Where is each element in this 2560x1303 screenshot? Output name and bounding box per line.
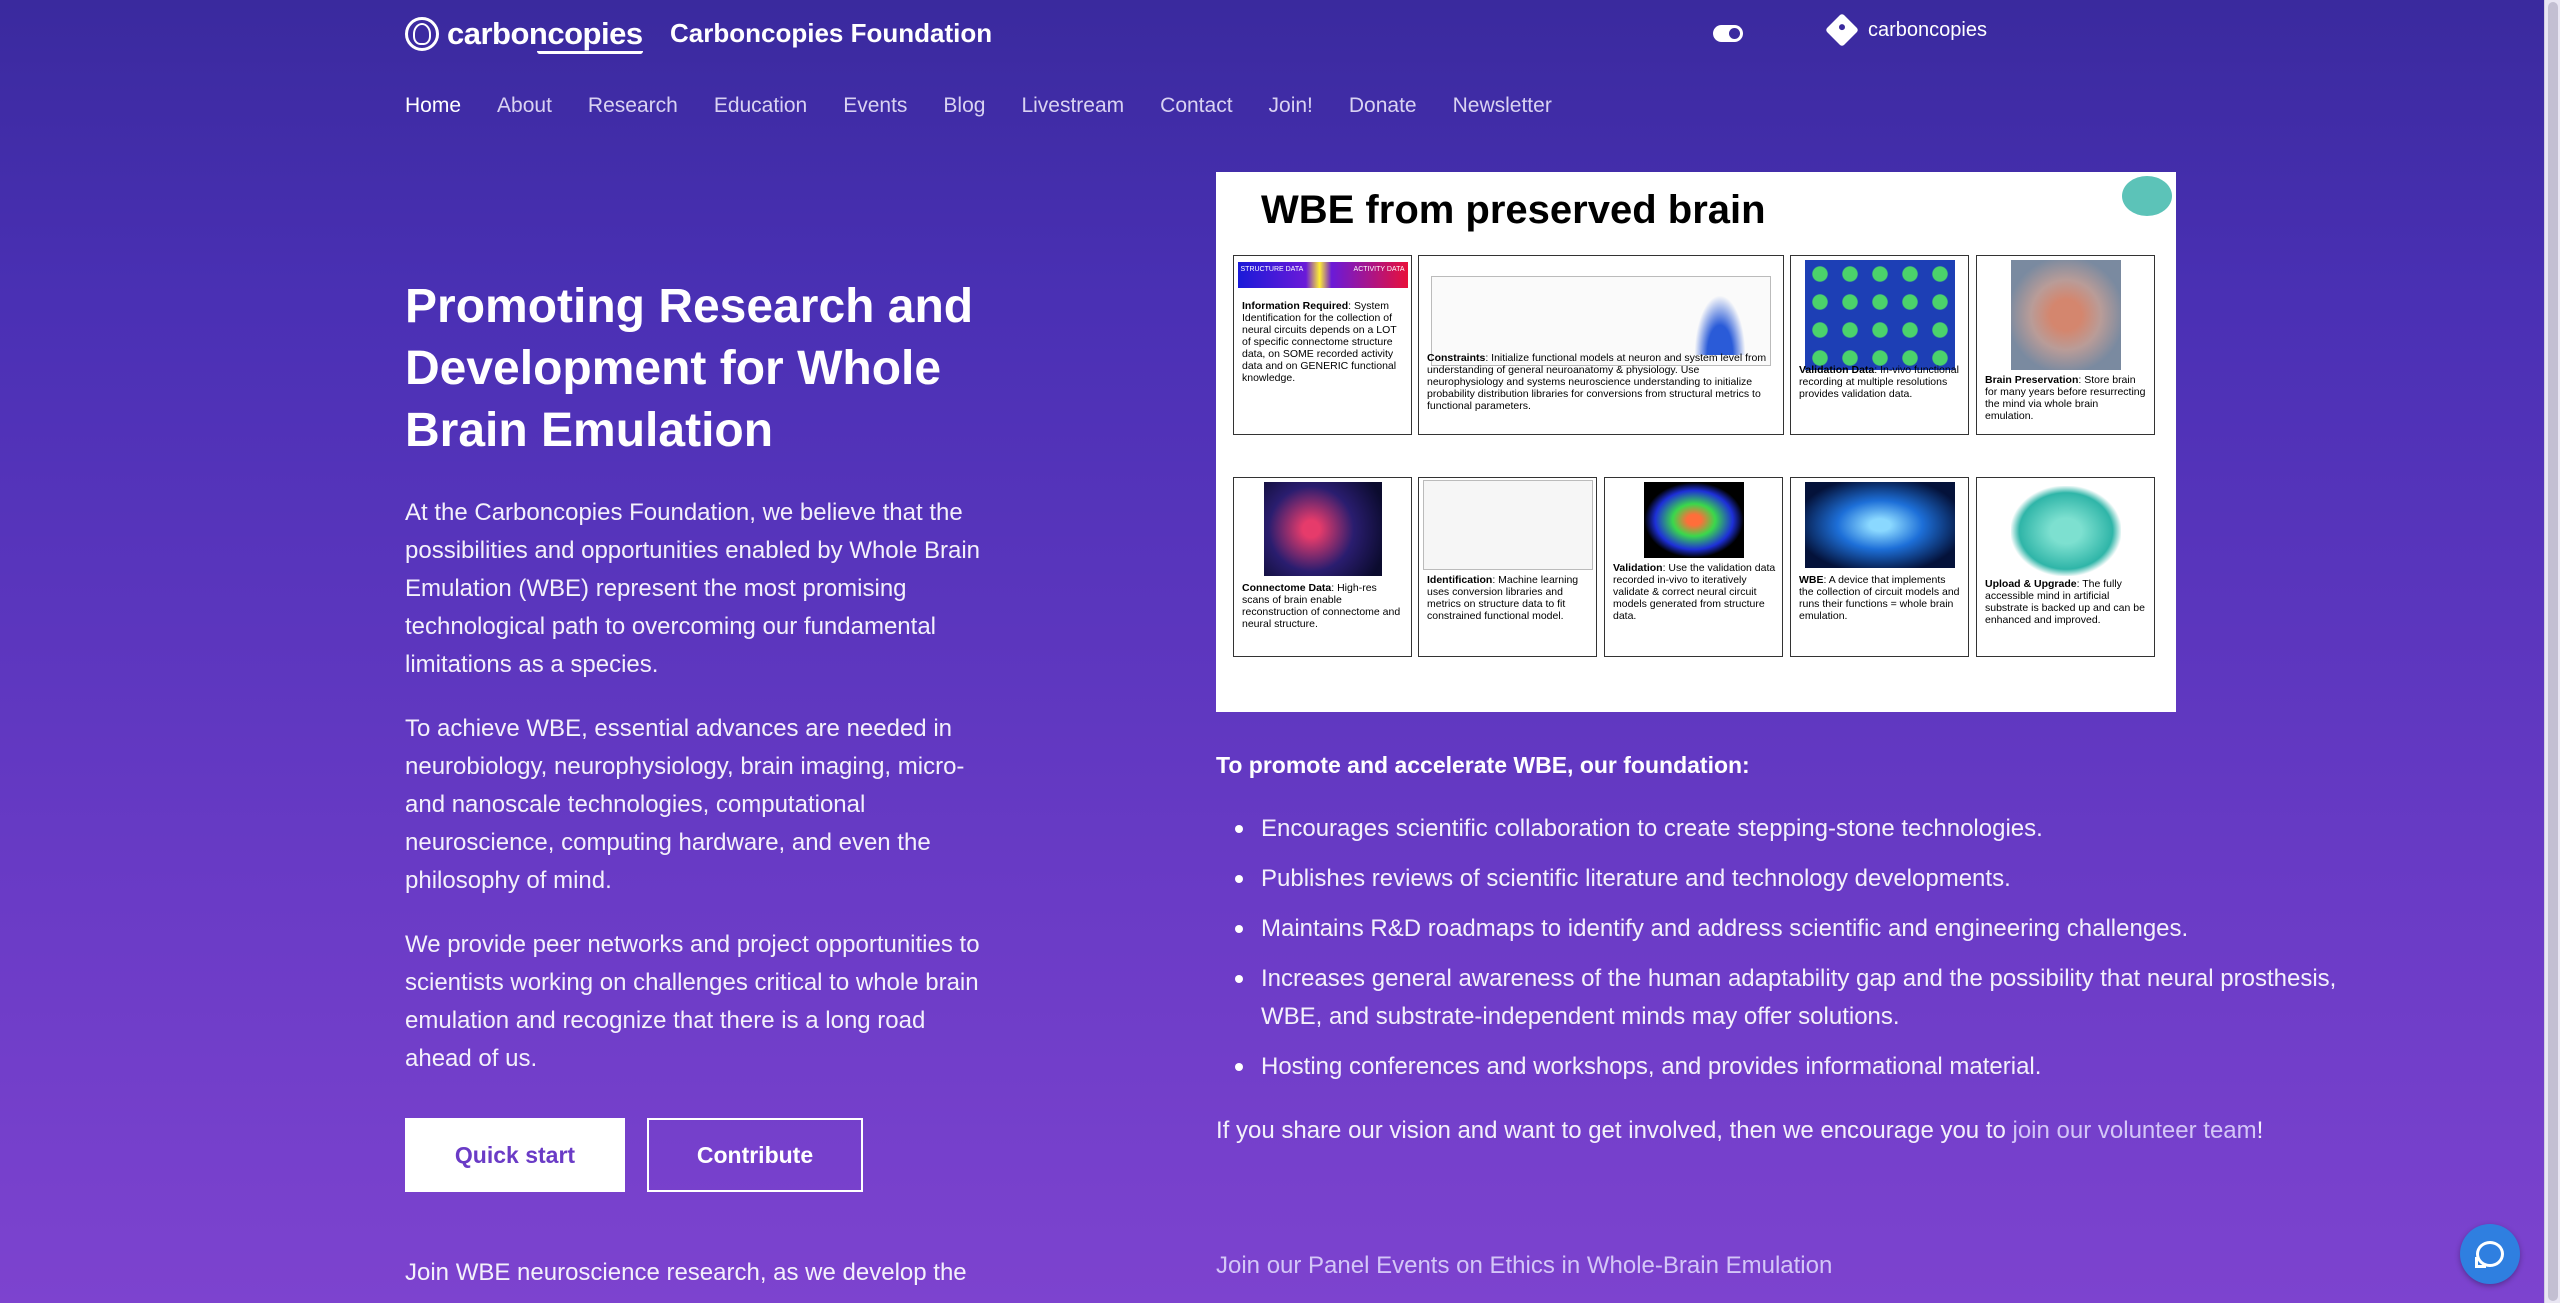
dti-scan-image: [1643, 482, 1744, 558]
nav-research[interactable]: Research: [588, 94, 678, 118]
neuron-image: [1263, 482, 1382, 576]
site-logo[interactable]: carboncopies: [405, 14, 643, 54]
toggle-icon: [1729, 28, 1740, 39]
main-nav: Home About Research Education Events Blo…: [405, 94, 1552, 118]
nav-education[interactable]: Education: [714, 94, 807, 118]
logo-text: carboncopies: [447, 16, 643, 54]
promote-heading: To promote and accelerate WBE, our found…: [1216, 752, 1750, 778]
scrollbar-thumb[interactable]: [2548, 2, 2558, 1301]
carboncopies-badge-icon: [2122, 176, 2172, 216]
volunteer-team-link[interactable]: join our volunteer team: [2013, 1117, 2257, 1144]
figure-title: WBE from preserved brain: [1261, 188, 1766, 232]
figure-panel-constraints: Constraints: Initialize functional model…: [1418, 255, 1784, 435]
chat-bubble-icon: [2475, 1241, 2504, 1268]
figure-panel-information: STRUCTURE DATA ACTIVITY DATA Information…: [1233, 255, 1412, 435]
quick-start-button[interactable]: Quick start: [405, 1118, 625, 1192]
circuit-diagram-image: [1422, 480, 1593, 570]
nav-newsletter[interactable]: Newsletter: [1453, 94, 1552, 118]
panel-caption: Identification: Machine learning uses co…: [1427, 574, 1579, 622]
list-item: Encourages scientific collaboration to c…: [1216, 810, 2356, 848]
panel-caption: Upload & Upgrade: The fully accessible m…: [1985, 578, 2145, 626]
lowpoly-brain-image: [2010, 486, 2121, 576]
git-icon: [1825, 13, 1859, 47]
repo-link[interactable]: carboncopies: [1825, 13, 1987, 47]
nav-donate[interactable]: Donate: [1349, 94, 1417, 118]
volunteer-invite: If you share our vision and want to get …: [1216, 1112, 2263, 1150]
theme-toggle[interactable]: [1713, 25, 1743, 42]
panel-caption: Validation: Use the validation data reco…: [1613, 562, 1776, 622]
panel-caption: Validation Data: In-vivo functional reco…: [1799, 364, 1959, 400]
peer-networks-paragraph: We provide peer networks and project opp…: [405, 931, 980, 1072]
spectrum-left-label: STRUCTURE DATA: [1240, 266, 1304, 273]
contribute-button[interactable]: Contribute: [647, 1118, 863, 1192]
figure-panel-upload: Upload & Upgrade: The fully accessible m…: [1976, 477, 2155, 657]
figure-panel-connectome: Connectome Data: High-res scans of brain…: [1233, 477, 1412, 657]
panel-caption: WBE: A device that implements the collec…: [1799, 574, 1960, 622]
nav-blog[interactable]: Blog: [943, 94, 985, 118]
nav-join[interactable]: Join!: [1269, 94, 1313, 118]
site-title[interactable]: Carboncopies Foundation: [670, 18, 992, 49]
chat-button[interactable]: [2460, 1224, 2520, 1284]
page-scrollbar[interactable]: [2544, 0, 2560, 1303]
hero-title: Promoting Research and Development for W…: [405, 280, 974, 457]
panel-caption: Brain Preservation: Store brain for many…: [1985, 374, 2146, 422]
brain-scans-image: [1804, 260, 1955, 370]
list-item: Maintains R&D roadmaps to identify and a…: [1216, 910, 2356, 948]
panel-events-link[interactable]: Join our Panel Events on Ethics in Whole…: [1216, 1252, 1832, 1280]
panel-caption: Information Required: System Identificat…: [1242, 300, 1397, 384]
invite-suffix: !: [2256, 1117, 2264, 1144]
intro-paragraph: At the Carboncopies Foundation, we belie…: [405, 499, 981, 678]
brain-logo-icon: [405, 17, 439, 51]
figure-panel-wbe: WBE: A device that implements the collec…: [1790, 477, 1969, 657]
advances-paragraph: To achieve WBE, essential advances are n…: [405, 715, 965, 894]
nav-home[interactable]: Home: [405, 94, 461, 118]
figure-panel-preservation: Brain Preservation: Store brain for many…: [1976, 255, 2155, 435]
spectrum-right-label: ACTIVITY DATA: [1353, 266, 1405, 273]
list-item: Increases general awareness of the human…: [1216, 960, 2356, 1036]
list-item: Hosting conferences and workshops, and p…: [1216, 1048, 2356, 1086]
list-item: Publishes reviews of scientific literatu…: [1216, 860, 2356, 898]
digital-brain-image: [1804, 482, 1955, 568]
top-bar: carboncopies Carboncopies Foundation car…: [0, 0, 2544, 68]
panel-caption: Constraints: Initialize functional model…: [1427, 352, 1767, 412]
nav-about[interactable]: About: [497, 94, 552, 118]
panel-caption: Connectome Data: High-res scans of brain…: [1242, 582, 1401, 630]
join-research-paragraph: Join WBE neuroscience research, as we de…: [405, 1259, 967, 1286]
preserved-brain-image: [2010, 260, 2121, 370]
figure-panel-validation: Validation: Use the validation data reco…: [1604, 477, 1783, 657]
figure-panel-identification: Identification: Machine learning uses co…: [1418, 477, 1597, 657]
nav-contact[interactable]: Contact: [1160, 94, 1232, 118]
spectrum-image: STRUCTURE DATA ACTIVITY DATA: [1237, 262, 1408, 288]
invite-prefix: If you share our vision and want to get …: [1216, 1117, 2013, 1144]
promote-list: Encourages scientific collaboration to c…: [1216, 810, 2356, 1098]
nav-livestream[interactable]: Livestream: [1021, 94, 1124, 118]
nav-events[interactable]: Events: [843, 94, 907, 118]
wbe-figure: WBE from preserved brain STRUCTURE DATA …: [1216, 172, 2176, 712]
figure-panel-validation-data: Validation Data: In-vivo functional reco…: [1790, 255, 1969, 435]
repo-label: carboncopies: [1868, 18, 1987, 41]
